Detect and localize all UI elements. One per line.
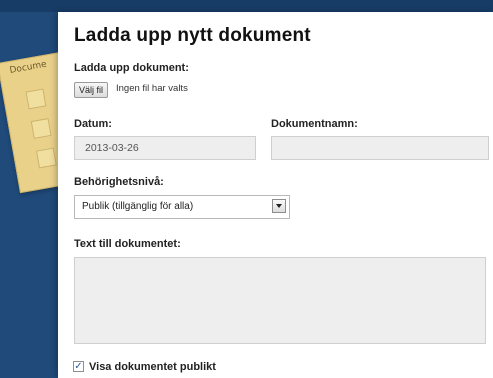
file-status-text: Ingen fil har valts [116, 83, 188, 94]
choose-file-button[interactable]: Välj fil [74, 82, 109, 98]
permission-selected-value: Publik (tillgänglig för alla) [82, 201, 194, 212]
folder-box-2 [30, 118, 52, 139]
folder-box-3 [35, 147, 57, 169]
document-name-label: Dokumentnamn: [271, 118, 358, 130]
date-label: Datum: [74, 118, 112, 130]
top-bar [0, 0, 493, 12]
chevron-down-icon[interactable] [272, 199, 286, 213]
upload-document-panel: Ladda upp nytt dokument Ladda upp dokume… [58, 12, 493, 378]
permission-label: Behörighetsnivå: [74, 176, 164, 188]
folder-box-1 [25, 88, 47, 110]
document-name-field[interactable] [271, 136, 489, 160]
folder-label: Docume [8, 59, 48, 76]
show-publicly-checkbox[interactable]: ✓ [73, 361, 84, 372]
show-publicly-label: Visa dokumentet publikt [89, 361, 216, 373]
text-label: Text till dokumentet: [74, 238, 181, 250]
date-field[interactable]: 2013-03-26 [74, 136, 256, 160]
upload-label: Ladda upp dokument: [74, 62, 189, 74]
checkmark-icon: ✓ [74, 361, 83, 372]
page-title: Ladda upp nytt dokument [74, 25, 311, 46]
permission-select[interactable]: Publik (tillgänglig för alla) [74, 195, 290, 219]
document-text-area[interactable] [74, 257, 486, 344]
